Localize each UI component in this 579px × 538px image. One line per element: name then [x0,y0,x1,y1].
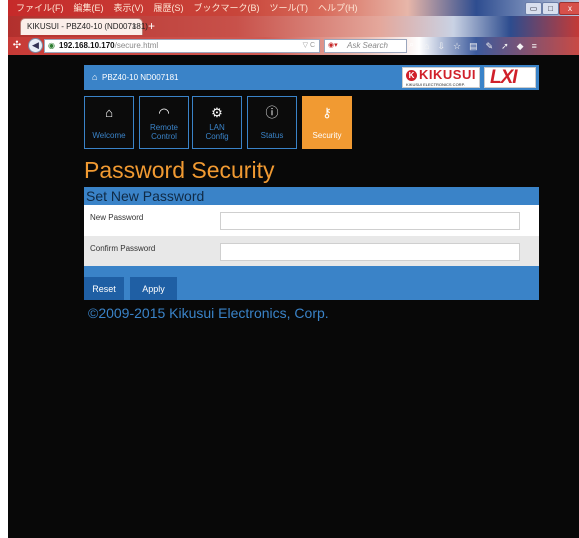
browser-window: ファイル(F) 編集(E) 表示(V) 履歴(S) ブックマーク(B) ツール(… [8,0,579,538]
nav-tile-lan-config[interactable]: ⚙ LAN Config [192,96,242,149]
page-title: Password Security [84,157,275,183]
tab-close-icon[interactable]: × [132,21,137,31]
minimize-button[interactable]: ▭ [525,2,542,15]
tile-label-welcome: Welcome [92,131,126,140]
share-icon[interactable]: ➚ [501,40,509,52]
reload-icon[interactable]: ▽ C [303,41,315,51]
copyright-text: ©2009-2015 Kikusui Electronics, Corp. [88,305,329,321]
home-toolbar-icon[interactable]: ⌂ [424,40,429,52]
new-tab-icon[interactable]: + [148,20,155,32]
back-arrow-icon[interactable]: ◀ [28,38,43,53]
password-form: Set New Password New Password Confirm Pa… [84,187,539,300]
tile-label-remote-line1: Remote [149,123,178,132]
maximize-button[interactable]: □ [542,2,559,15]
kikusui-logo-subtext: KIKUSUI ELECTRONICS CORP. [406,82,465,87]
url-host: 192.168.10.170 [59,41,115,50]
close-window-button[interactable]: x [559,2,579,15]
url-text: 192.168.10.170/secure.html [59,41,158,51]
bookmarks-list-icon[interactable]: ▤ [469,40,478,52]
tile-label-lan-line1: LAN [209,123,225,132]
url-bar[interactable]: ◉ 192.168.10.170/secure.html ▽ C [44,39,320,53]
page-header: ⌂ PBZ40-10 ND007181 K KIKUSUI KIKUSUI EL… [84,65,539,90]
search-box[interactable]: ◉▾ Ask Search [324,39,407,53]
confirm-password-row: Confirm Password [84,236,539,266]
nav-tile-welcome[interactable]: ⌂ Welcome [84,96,134,149]
menu-view[interactable]: 表示(V) [114,1,144,15]
navigation-bar: ✣ ◀ ◉ 192.168.10.170/secure.html ▽ C ◉▾ … [8,37,579,55]
globe-icon: ◉ [48,41,55,50]
home-icon: ⌂ [105,105,113,120]
new-password-input[interactable] [220,212,520,230]
tile-label-remote-line2: Control [151,132,177,141]
form-heading: Set New Password [86,188,205,204]
search-engine-icon[interactable]: ◉▾ [328,41,338,51]
kikusui-logo-mark: K [406,70,417,81]
tile-label-remote: Remote Control [140,123,188,141]
nav-tile-security[interactable]: ⚷ Security [302,96,352,149]
gear-icon: ⚙ [211,105,223,120]
menu-file[interactable]: ファイル(F) [16,1,64,15]
page-content: ⌂ PBZ40-10 ND007181 K KIKUSUI KIKUSUI EL… [8,55,579,538]
download-icon[interactable]: ⇩ [437,40,445,52]
addon-icon[interactable]: ◆ [517,40,524,52]
search-icon[interactable]: ⌕ [409,39,414,50]
tab-title: KIKUSUI - PBZ40-10 (ND007181) [27,22,148,31]
tile-label-status: Status [260,131,284,140]
menu-help[interactable]: ヘルプ(H) [318,1,358,15]
menu-bookmarks[interactable]: ブックマーク(B) [194,1,260,15]
lxi-logo: LXI [484,67,536,88]
url-path: /secure.html [114,41,159,50]
new-password-label: New Password [90,213,144,222]
browser-tab[interactable]: KIKUSUI - PBZ40-10 (ND007181) × [20,18,148,35]
kikusui-logo: K KIKUSUI KIKUSUI ELECTRONICS CORP. [402,67,480,88]
confirm-password-label: Confirm Password [90,244,156,253]
pencil-icon[interactable]: ✎ [486,40,494,52]
title-bar: ファイル(F) 編集(E) 表示(V) 履歴(S) ブックマーク(B) ツール(… [8,0,579,16]
nav-tile-status[interactable]: ⓘ Status [247,96,297,149]
tile-label-lan-line2: Config [205,132,229,141]
menu-bar: ファイル(F) 編集(E) 表示(V) 履歴(S) ブックマーク(B) ツール(… [16,1,358,15]
puzzle-icon[interactable]: ✣ [10,39,24,53]
key-icon: ⚷ [322,105,332,120]
apply-button[interactable]: Apply [130,277,177,300]
model-label: PBZ40-10 ND007181 [102,73,179,82]
lxi-logo-text: LXI [490,67,518,88]
bookmark-star-icon[interactable]: ☆ [453,40,461,52]
nav-tile-remote-control[interactable]: ◠ Remote Control [139,96,189,149]
kikusui-logo-text: KIKUSUI [419,67,476,82]
tile-label-security: Security [312,131,342,140]
reset-button[interactable]: Reset [84,277,124,300]
menu-tools[interactable]: ツール(T) [270,1,309,15]
tile-label-lan: LAN Config [193,123,241,141]
menu-edit[interactable]: 編集(E) [74,1,104,15]
confirm-password-input[interactable] [220,243,520,261]
search-placeholder: Ask Search [347,41,388,50]
new-password-row: New Password [84,205,539,236]
menu-history[interactable]: 履歴(S) [154,1,184,15]
info-icon: ⓘ [265,105,279,120]
toolbar-icons: ⌂ ⇩ ☆ ▤ ✎ ➚ ◆ ≡ [424,40,537,52]
home-icon: ⌂ [92,72,98,82]
menu-icon[interactable]: ≡ [532,40,537,52]
gauge-icon: ◠ [158,105,170,120]
